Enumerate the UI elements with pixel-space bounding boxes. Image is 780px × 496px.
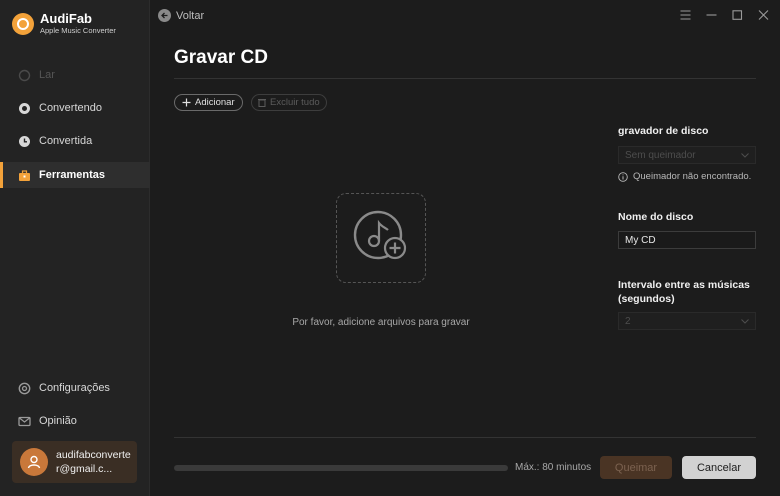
gear-icon <box>17 381 31 395</box>
disc-name-value: My CD <box>625 234 656 246</box>
plus-icon <box>182 98 191 107</box>
user-avatar-icon <box>20 448 48 476</box>
max-capacity-label: Máx.: 80 minutos <box>515 462 592 473</box>
chevron-down-icon <box>741 318 749 324</box>
maximize-icon[interactable] <box>730 8 744 22</box>
add-music-icon <box>353 210 407 260</box>
chevron-down-icon <box>741 152 749 158</box>
burner-label: gravador de disco <box>618 125 709 137</box>
burner-warning-text: Queimador não encontrado. <box>633 171 752 182</box>
minimize-icon[interactable] <box>704 8 718 22</box>
drop-hint: Por favor, adicione arquivos para gravar <box>292 317 470 328</box>
sidebar-item-converted[interactable]: Convertida <box>0 128 150 154</box>
app-subtitle: Apple Music Converter <box>40 26 116 35</box>
add-label: Adicionar <box>195 97 235 108</box>
divider <box>174 437 756 438</box>
sidebar-item-label: Lar <box>39 69 55 81</box>
burn-button[interactable]: Queimar <box>600 456 672 479</box>
page-title: Gravar CD <box>174 47 268 68</box>
sidebar-item-home[interactable]: Lar <box>0 62 150 88</box>
mail-icon <box>17 414 31 428</box>
back-button[interactable]: Voltar <box>158 9 204 22</box>
convert-icon <box>17 101 31 115</box>
burner-value: Sem queimador <box>625 149 696 161</box>
gap-select[interactable]: 2 <box>618 312 756 330</box>
trash-icon <box>258 99 266 107</box>
brand: AudiFab Apple Music Converter <box>12 12 116 36</box>
sidebar-item-label: Convertida <box>39 135 93 147</box>
info-icon <box>618 171 628 182</box>
capacity-progress-bar <box>174 465 508 471</box>
sidebar-item-label: Opinião <box>39 415 77 427</box>
disc-name-label: Nome do disco <box>618 211 694 223</box>
divider <box>174 78 756 79</box>
gap-label: Intervalo entre as músicas (segundos) <box>618 279 750 305</box>
sidebar-item-tools[interactable]: Ferramentas <box>0 162 150 188</box>
sidebar: AudiFab Apple Music Converter Lar Conver… <box>0 0 150 496</box>
sidebar-item-feedback[interactable]: Opinião <box>0 408 150 434</box>
disc-name-input[interactable]: My CD <box>618 231 756 249</box>
delete-all-button[interactable]: Excluir tudo <box>251 94 327 111</box>
user-email: audifabconverter@gmail.c... <box>56 449 131 475</box>
app-name: AudiFab <box>40 11 92 26</box>
add-button[interactable]: Adicionar <box>174 94 243 111</box>
menu-icon[interactable] <box>678 8 692 22</box>
sidebar-item-converting[interactable]: Convertendo <box>0 95 150 121</box>
cancel-button[interactable]: Cancelar <box>682 456 756 479</box>
sidebar-item-label: Convertendo <box>39 102 102 114</box>
sidebar-item-label: Configurações <box>39 382 110 394</box>
user-account-card[interactable]: audifabconverter@gmail.c... <box>12 441 137 483</box>
sidebar-item-settings[interactable]: Configurações <box>0 375 150 401</box>
file-drop-zone[interactable] <box>336 193 426 283</box>
toolbox-icon <box>17 168 31 182</box>
audifab-logo-icon <box>12 13 34 35</box>
sidebar-item-label: Ferramentas <box>39 169 106 181</box>
delete-all-label: Excluir tudo <box>270 97 320 108</box>
clock-icon <box>17 134 31 148</box>
burner-select[interactable]: Sem queimador <box>618 146 756 164</box>
back-arrow-icon <box>158 9 171 22</box>
burner-warning: Queimador não encontrado. <box>618 171 751 182</box>
home-icon <box>17 68 31 82</box>
gap-value: 2 <box>625 315 631 327</box>
back-label: Voltar <box>176 9 205 22</box>
window-controls <box>678 8 770 22</box>
close-icon[interactable] <box>756 8 770 22</box>
